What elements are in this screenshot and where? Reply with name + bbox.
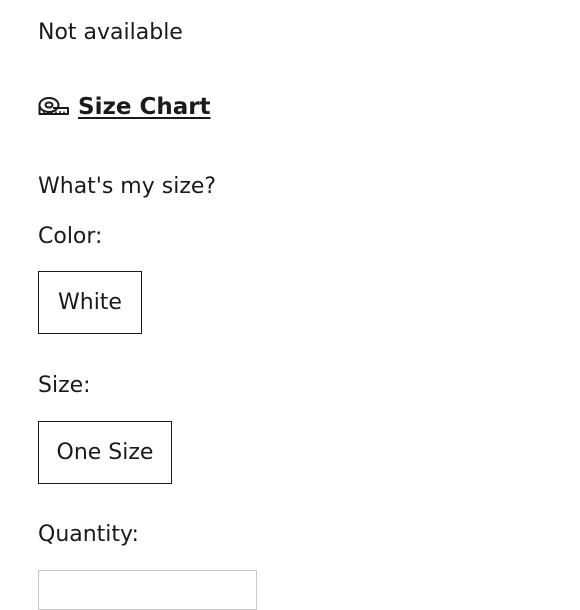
size-option-one-size[interactable]: One Size bbox=[38, 421, 172, 484]
measuring-tape-icon bbox=[38, 96, 70, 118]
availability-status: Not available bbox=[38, 20, 183, 45]
quantity-label: Quantity: bbox=[38, 522, 139, 547]
whats-my-size-link[interactable]: What's my size? bbox=[38, 172, 216, 202]
size-label: Size: bbox=[38, 373, 91, 398]
size-chart-link[interactable]: Size Chart bbox=[38, 90, 211, 124]
color-option-white[interactable]: White bbox=[38, 271, 142, 334]
size-chart-label[interactable]: Size Chart bbox=[78, 94, 211, 120]
color-option-label: White bbox=[58, 290, 122, 315]
quantity-stepper[interactable] bbox=[38, 570, 257, 610]
size-option-label: One Size bbox=[56, 440, 154, 465]
color-label: Color: bbox=[38, 224, 103, 249]
